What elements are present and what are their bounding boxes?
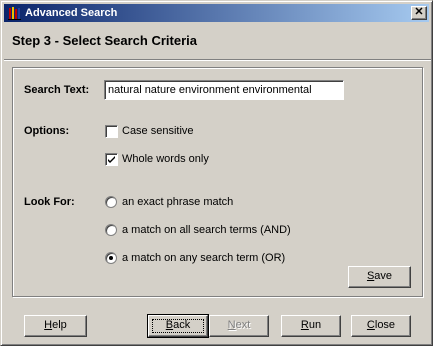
options-label: Options: — [24, 125, 70, 137]
close-window-button[interactable]: ✕ — [411, 6, 427, 20]
case-sensitive-label[interactable]: Case sensitive — [122, 125, 194, 137]
whole-words-checkbox[interactable] — [105, 153, 118, 166]
search-text-label: Search Text: — [24, 84, 90, 96]
window-title: Advanced Search — [25, 7, 118, 19]
close-button[interactable]: Close — [351, 315, 411, 337]
back-button[interactable]: Back — [147, 314, 209, 338]
help-button[interactable]: Help — [24, 315, 87, 337]
all-terms-label[interactable]: a match on all search terms (AND) — [122, 224, 291, 236]
look-for-label: Look For: — [24, 196, 75, 208]
advanced-search-dialog: Advanced Search ✕ Step 3 - Select Search… — [0, 0, 433, 346]
case-sensitive-checkbox[interactable] — [105, 125, 118, 138]
whole-words-label[interactable]: Whole words only — [122, 153, 209, 165]
search-text-input[interactable]: natural nature environment environmental — [104, 80, 344, 100]
step-title: Step 3 - Select Search Criteria — [12, 33, 197, 48]
close-icon: ✕ — [414, 6, 424, 18]
any-term-label[interactable]: a match on any search term (OR) — [122, 252, 285, 264]
save-button[interactable]: Save — [348, 266, 411, 288]
next-button[interactable]: Next — [209, 315, 269, 337]
radio-selected-dot-icon — [109, 256, 113, 260]
exact-phrase-radio[interactable] — [105, 196, 117, 208]
exact-phrase-label[interactable]: an exact phrase match — [122, 196, 233, 208]
app-books-icon — [7, 5, 23, 21]
title-bar[interactable]: Advanced Search ✕ — [4, 4, 429, 22]
header-separator — [4, 59, 431, 61]
all-terms-radio[interactable] — [105, 224, 117, 236]
run-button[interactable]: Run — [281, 315, 341, 337]
checkmark-icon — [108, 156, 115, 163]
any-term-radio[interactable] — [105, 252, 117, 264]
focus-rectangle — [152, 319, 204, 333]
